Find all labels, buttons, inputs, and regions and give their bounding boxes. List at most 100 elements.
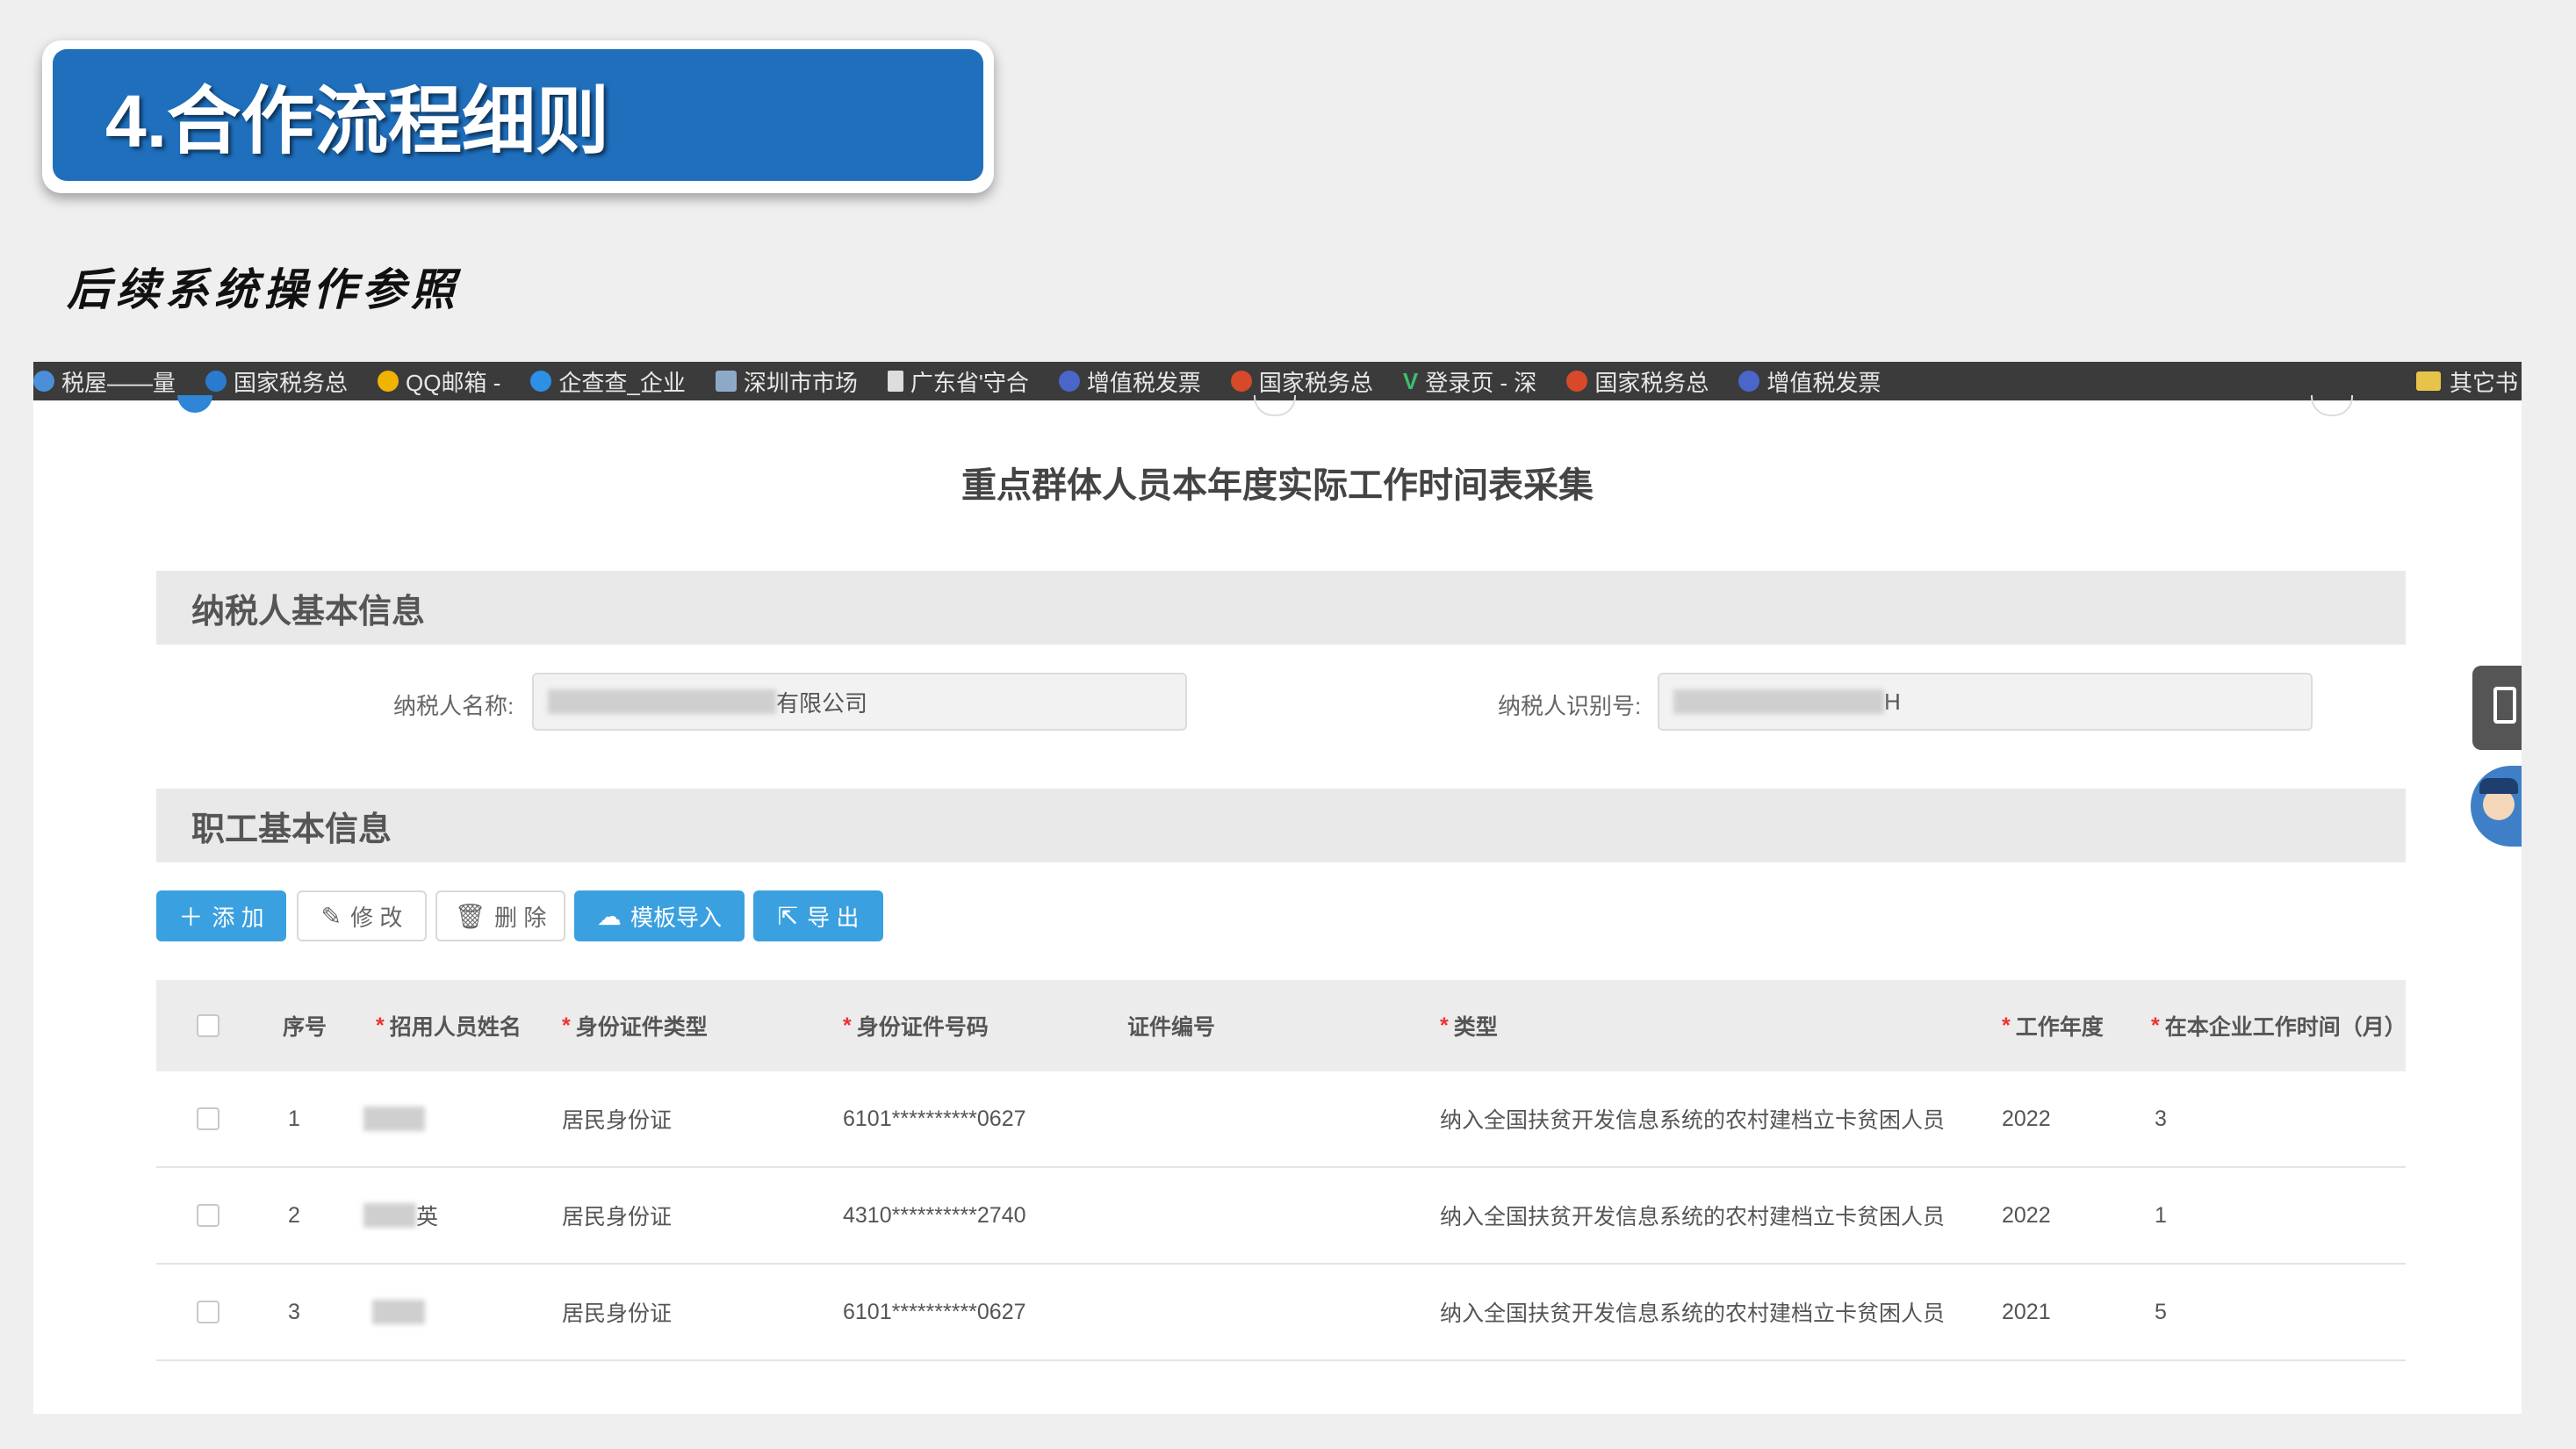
slide-subtitle: 后续系统操作参照 [67,263,460,315]
table-header: 序号 * 招用人员姓名 * 身份证件类型 * 身份证件号码 证件编号 * 类型 * 工作年… [156,980,2407,1071]
cell-name [372,1265,425,1359]
table-row[interactable]: 1 居民身份证 6101**********0627 纳入全国扶贫开发信息系统的… [156,1071,2406,1168]
bookmark-item[interactable]: 增值税发票 [1738,365,1881,398]
slide-title: 4.合作流程细则 [53,49,983,181]
bookmark-icon [378,371,399,392]
required-mark: * [2002,1013,2011,1038]
bookmark-icon [1230,371,1252,392]
plus-icon: ＋ [178,904,204,931]
side-assistant-avatar-button[interactable] [2471,766,2522,847]
bookmark-item[interactable]: 深圳市市场 [715,365,858,398]
bookmark-item[interactable]: 企查查_企业 [530,365,686,398]
template-import-button[interactable]: ☁ 模板导入 [574,890,745,941]
cell-months: 3 [2155,1106,2167,1131]
cell-months: 1 [2155,1202,2167,1228]
required-mark: * [843,1013,852,1038]
bookmark-icon [1058,371,1080,392]
bookmark-item[interactable]: 税屋——量 [33,365,176,398]
bookmark-icon [1566,371,1588,392]
required-mark: * [1440,1013,1449,1038]
select-all-checkbox[interactable] [197,1014,219,1037]
taxpayer-id-field[interactable]: H [1658,673,2313,731]
step-indicator [2311,395,2353,416]
header-id-type: * 身份证件类型 [562,1013,708,1041]
row-checkbox[interactable] [197,1301,219,1323]
cell-seq: 3 [288,1299,300,1324]
bookmark-item[interactable]: 国家税务总 [205,365,348,398]
employee-section-header: 职工基本信息 [156,789,2406,862]
cell-seq: 2 [288,1202,300,1228]
redacted-block [548,689,776,714]
trash-icon: 🗑 [454,902,486,930]
header-name: * 招用人员姓名 [376,1013,522,1041]
bookmark-item[interactable]: V 登录页 - 深 [1403,365,1536,398]
document-icon [2493,687,2516,724]
document-icon [887,371,903,392]
cell-work-year: 2022 [2002,1106,2051,1131]
cell-seq: 1 [288,1106,300,1131]
required-mark: * [376,1013,385,1038]
step-indicator-active [177,395,212,413]
row-checkbox[interactable] [197,1107,219,1130]
bookmark-item[interactable]: 国家税务总 [1566,365,1709,398]
cell-work-year: 2021 [2002,1299,2051,1324]
bookmark-icon [530,371,552,392]
bookmark-icon [205,371,227,392]
header-category: * 类型 [1440,1013,1498,1041]
row-checkbox-cell [197,1071,219,1166]
bookmark-item[interactable]: 增值税发票 [1058,365,1201,398]
bookmark-item[interactable]: QQ邮箱 - [378,365,500,398]
other-bookmarks[interactable]: 其它书 [2415,362,2518,400]
pencil-icon: ✎ [320,902,342,930]
header-id-number: * 身份证件号码 [843,1013,989,1041]
bookmark-item[interactable]: 国家税务总 [1230,365,1373,398]
taxpayer-name-field[interactable]: 有限公司 [532,673,1187,731]
cloud-upload-icon: ☁ [596,902,622,930]
cell-category: 纳入全国扶贫开发信息系统的农村建档立卡贫困人员 [1440,1301,1946,1326]
edit-button[interactable]: ✎ 修 改 [297,890,427,941]
form-heading: 重点群体人员本年度实际工作时间表采集 [961,466,1594,505]
taxpayer-id-label: 纳税人识别号: [1498,693,1642,719]
taxpayer-name-label: 纳税人名称: [393,693,514,719]
row-checkbox-cell [197,1168,219,1263]
cell-name [363,1071,425,1166]
redacted-block [363,1107,425,1131]
employee-table: 序号 * 招用人员姓名 * 身份证件类型 * 身份证件号码 证件编号 * 类型 * 工作年… [156,980,2407,1361]
cell-id-type: 居民身份证 [562,1108,673,1133]
vue-logo-icon: V [1402,367,1419,394]
redacted-block [363,1203,416,1228]
row-checkbox-cell [197,1265,219,1359]
cell-category: 纳入全国扶贫开发信息系统的农村建档立卡贫困人员 [1440,1205,1946,1229]
table-row[interactable]: 3 居民身份证 6101**********0627 纳入全国扶贫开发信息系统的… [156,1265,2406,1361]
folder-icon [2415,371,2441,391]
side-toolbar-document-button[interactable] [2472,666,2522,750]
step-indicator [1254,395,1296,416]
redacted-block [372,1300,425,1324]
cell-name: 英 [363,1168,438,1263]
external-link-icon: ⇱ [777,902,799,930]
header-months: * 在本企业工作时间（月） [2151,1013,2407,1041]
bookmark-item[interactable]: 广东省'守合 [887,365,1029,398]
delete-button[interactable]: 🗑 删 除 [435,890,565,941]
system-screenshot: 税屋——量 国家税务总 QQ邮箱 - 企查查_企业 深圳市市场 广东省'守合 增… [33,362,2522,1414]
cell-work-year: 2022 [2002,1202,2051,1228]
cell-id-number: 6101**********0627 [843,1299,1026,1324]
required-mark: * [562,1013,571,1038]
header-cert-number: 证件编号 [1127,1015,1216,1040]
table-row[interactable]: 2 英 居民身份证 4310**********2740 纳入全国扶贫开发信息系… [156,1168,2406,1265]
cell-months: 5 [2155,1299,2167,1324]
cell-id-type: 居民身份证 [562,1205,673,1229]
cell-id-type: 居民身份证 [562,1301,673,1326]
assistant-cap-icon [2479,778,2518,794]
add-button[interactable]: ＋添 加 [156,890,286,941]
taxpayer-section-header: 纳税人基本信息 [156,571,2406,645]
cell-id-number: 6101**********0627 [843,1106,1026,1131]
bookmark-icon [33,371,54,392]
slide-title-banner: 4.合作流程细则 [42,40,994,193]
bookmark-icon [715,371,737,392]
row-checkbox[interactable] [197,1204,219,1227]
header-work-year: * 工作年度 [2002,1013,2104,1041]
redacted-block [1673,689,1884,714]
export-button[interactable]: ⇱ 导 出 [753,890,883,941]
bookmark-icon [1738,371,1760,392]
